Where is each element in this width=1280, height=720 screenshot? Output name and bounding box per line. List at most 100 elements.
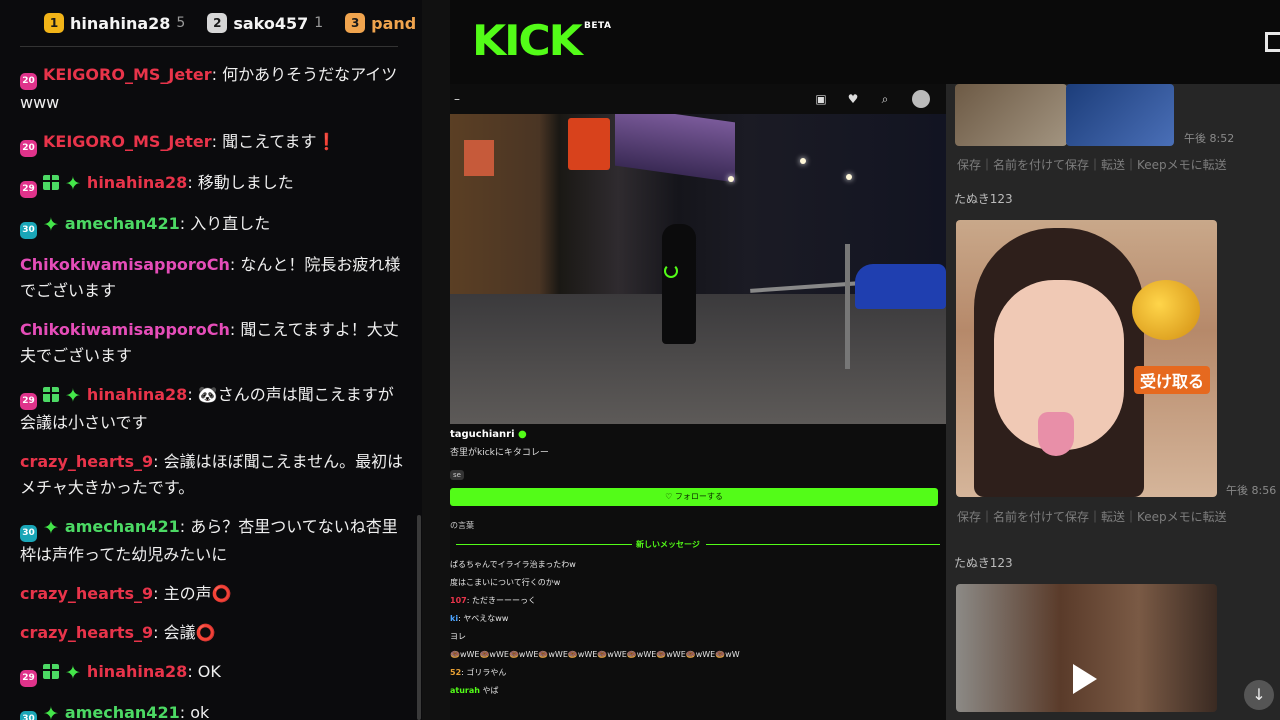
leaderboard-entry-1: 1 hinahina28 5 bbox=[44, 13, 185, 33]
channel-name-text: taguchianri bbox=[450, 429, 515, 440]
leaderboard-name: pand bbox=[371, 13, 417, 33]
phone-toolbar: – ▣ ♥ ⌕ bbox=[450, 84, 946, 114]
chat-text: 入り直した bbox=[190, 214, 271, 233]
chat-username[interactable]: crazy_hearts_9 bbox=[20, 623, 153, 642]
phone-chat-text: やば bbox=[482, 686, 499, 695]
play-icon[interactable] bbox=[1073, 664, 1097, 694]
phone-chat-text: ヤベえなww bbox=[463, 614, 509, 623]
gift-icon bbox=[43, 664, 59, 679]
subscriber-badge: 30 bbox=[20, 222, 37, 239]
phone-chat-message: ki: ヤベえなww bbox=[450, 614, 509, 623]
stream-title: 杏里がkickにキタコレー bbox=[450, 448, 549, 458]
phone-chat-user: 52 bbox=[450, 668, 462, 677]
subscriber-badge: 29 bbox=[20, 670, 37, 687]
phone-screen: – ▣ ♥ ⌕ taguchianri ● 杏里がkickにキタコレー se ♡… bbox=[450, 84, 946, 720]
phone-chat-text: ゴリラやん bbox=[466, 668, 507, 677]
new-messages-divider: 新しいメッセージ bbox=[450, 539, 940, 549]
phone-chat-text: ぱるちゃんでイライラ治まったわw bbox=[450, 560, 576, 569]
leaderboard-count: 5 bbox=[176, 15, 186, 31]
chat-username[interactable]: amechan421 bbox=[65, 703, 180, 720]
message-actions[interactable]: 保存｜名前を付けて保存｜転送｜Keepメモに転送 bbox=[957, 156, 1227, 173]
phone-chat-message: 107: ただきーーーっく bbox=[450, 596, 536, 605]
new-messages-label: 新しいメッセージ bbox=[636, 540, 700, 549]
phone-chat-message: aturah やば bbox=[450, 682, 940, 700]
sparkle-icon: ✦ bbox=[65, 385, 81, 407]
chat-message: 30 ✦ amechan421: 入り直した bbox=[20, 211, 405, 239]
person bbox=[662, 224, 696, 344]
phone-chat-message: 度はこまいについて行くのかw bbox=[450, 574, 940, 592]
window-icon[interactable] bbox=[1265, 32, 1280, 52]
leaderboard-entry-3: 3 pand bbox=[345, 13, 416, 33]
subscriber-badge: 20 bbox=[20, 73, 37, 90]
chat-text: OK bbox=[197, 662, 221, 681]
phone-chat-text: 🍩wWE🍩wWE🍩wWE🍩wWE🍩wWE🍩wWE🍩wWE🍩wWE🍩wWE🍩wW bbox=[450, 650, 740, 659]
sparkle-icon: ✦ bbox=[43, 703, 59, 720]
chat-message: ChikokiwamisapporoCh: なんと！院長お疲れ様でございます bbox=[20, 255, 401, 300]
subscriber-badge: 30 bbox=[20, 525, 37, 542]
street-light bbox=[800, 158, 806, 164]
sender-name: たぬき123 bbox=[954, 192, 1013, 206]
chat-message: 29 ✦ hinahina28: 移動しました bbox=[20, 170, 405, 198]
kick-logo[interactable]: KICK bbox=[472, 18, 583, 64]
channel-name[interactable]: taguchianri ● bbox=[450, 429, 527, 440]
stream-video[interactable] bbox=[450, 114, 946, 424]
chat-username[interactable]: hinahina28 bbox=[87, 385, 187, 404]
chat-message: 20 KEIGORO_MS_Jeter: 聞こえてます❗ bbox=[20, 129, 405, 157]
phone-chat-message: 52: ゴリラやん bbox=[450, 668, 507, 677]
rank-2-badge: 2 bbox=[207, 13, 228, 33]
chat-username[interactable]: hinahina28 bbox=[87, 173, 187, 192]
leaderboard-name: hinahina28 bbox=[70, 13, 171, 33]
chat-username[interactable]: crazy_hearts_9 bbox=[20, 452, 153, 471]
coin-stack-icon bbox=[1132, 280, 1200, 340]
chat-message: crazy_hearts_9: 主の声⭕ bbox=[20, 584, 232, 603]
phone-chat-message: ぱるちゃんでイライラ治まったわw bbox=[450, 556, 940, 574]
receive-button[interactable]: 受け取る bbox=[1134, 366, 1211, 394]
railing-post bbox=[845, 244, 850, 369]
chat-username[interactable]: ChikokiwamisapporoCh bbox=[20, 255, 230, 274]
chat-scrollbar[interactable] bbox=[417, 515, 421, 720]
phone-chat-message: ヨレ bbox=[450, 628, 940, 646]
chat-username[interactable]: amechan421 bbox=[65, 517, 180, 536]
phone-chat-text: ヨレ bbox=[450, 632, 466, 641]
sparkle-icon: ✦ bbox=[65, 173, 81, 195]
photo-message[interactable] bbox=[955, 84, 1067, 146]
phone-chat-user: aturah bbox=[450, 686, 480, 695]
menu-icon[interactable]: – bbox=[450, 92, 464, 106]
sparkle-icon: ✦ bbox=[43, 214, 59, 236]
message-time: 午後 8:52 bbox=[1184, 132, 1235, 145]
chat-username[interactable]: ChikokiwamisapporoCh bbox=[20, 320, 230, 339]
category-tag[interactable]: se bbox=[450, 470, 464, 480]
video-message[interactable] bbox=[956, 584, 1217, 712]
divider bbox=[706, 544, 940, 545]
photo-message[interactable]: 受け取る bbox=[956, 220, 1217, 497]
street-light bbox=[728, 176, 734, 182]
message-actions[interactable]: 保存｜名前を付けて保存｜転送｜Keepメモに転送 bbox=[957, 508, 1227, 525]
scroll-down-button[interactable]: ↓ bbox=[1244, 680, 1274, 710]
leaderboard-count: 1 bbox=[314, 15, 324, 31]
gift-icon[interactable]: ▣ bbox=[814, 92, 828, 106]
sparkle-icon: ✦ bbox=[43, 517, 59, 539]
follow-button[interactable]: ♡ フォローする bbox=[450, 488, 938, 506]
chat-message: 29 ✦ hinahina28: OK bbox=[20, 659, 405, 687]
chat-username[interactable]: KEIGORO_MS_Jeter bbox=[43, 132, 212, 151]
sidewalk bbox=[450, 294, 946, 424]
chat-text: 移動しました bbox=[197, 173, 294, 192]
street-light bbox=[846, 174, 852, 180]
chat-username[interactable]: crazy_hearts_9 bbox=[20, 584, 153, 603]
heart-icon[interactable]: ♥ bbox=[846, 92, 860, 106]
photo-message[interactable] bbox=[1066, 84, 1174, 146]
search-icon[interactable]: ⌕ bbox=[878, 92, 892, 106]
chat-username[interactable]: amechan421 bbox=[65, 214, 180, 233]
beta-label: BETA bbox=[584, 21, 612, 31]
gift-leaderboard: 1 hinahina28 5 2 sako457 1 3 pand bbox=[0, 0, 422, 46]
chat-message: 30 ✦ amechan421: あら？杏里ついてないね杏里枠は声作ってた幼児みたい… bbox=[20, 517, 398, 564]
chat-message: crazy_hearts_9: 会議はほぼ聞こえません。最初はメチャ大きかったで… bbox=[20, 452, 404, 497]
avatar[interactable] bbox=[912, 90, 930, 108]
verified-icon: ● bbox=[518, 429, 527, 440]
chat-username[interactable]: KEIGORO_MS_Jeter bbox=[43, 65, 212, 84]
chat-overlay: 1 hinahina28 5 2 sako457 1 3 pand 20 KEIG… bbox=[0, 0, 422, 720]
chat-username[interactable]: hinahina28 bbox=[87, 662, 187, 681]
gift-icon bbox=[43, 175, 59, 190]
subscriber-badge: 20 bbox=[20, 140, 37, 157]
chat-messages[interactable]: 20 KEIGORO_MS_Jeter: 何かありそうだなアイツwww 20 KEI… bbox=[20, 62, 405, 720]
